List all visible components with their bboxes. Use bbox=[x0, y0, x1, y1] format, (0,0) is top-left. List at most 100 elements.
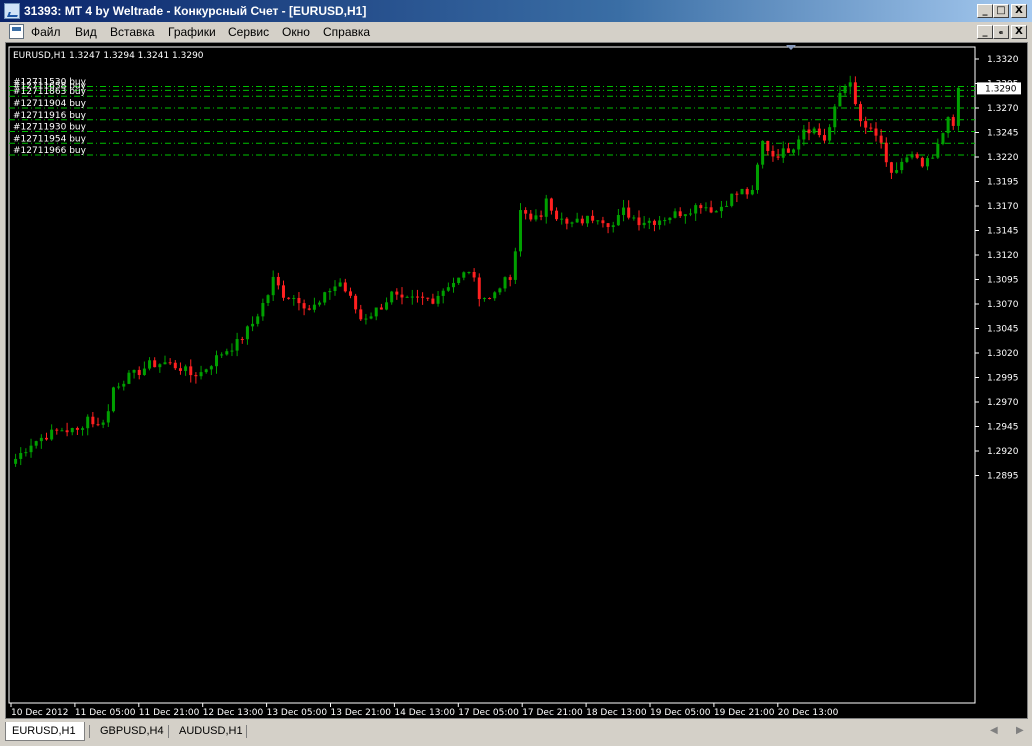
candle-body bbox=[869, 127, 873, 129]
candle-body bbox=[55, 429, 59, 431]
candle-body bbox=[951, 117, 955, 126]
candle-body bbox=[369, 316, 373, 319]
candle-body bbox=[359, 309, 363, 320]
candle-body bbox=[668, 217, 672, 221]
title-bar: 31393: MT 4 by Weltrade - Конкурсный Сче… bbox=[0, 0, 1032, 22]
candle-body bbox=[642, 222, 646, 226]
candle-body bbox=[338, 282, 342, 287]
scroll-left-icon[interactable]: ◀ bbox=[990, 725, 998, 736]
candle-body bbox=[400, 294, 404, 298]
candle-body bbox=[333, 286, 337, 292]
candle-body bbox=[122, 383, 126, 387]
current-price-label: 1.3290 bbox=[985, 84, 1017, 94]
candle-body bbox=[632, 217, 636, 219]
y-tick-label: 1.3220 bbox=[987, 153, 1019, 163]
x-tick-label: 10 Dec 2012 bbox=[11, 708, 69, 718]
x-tick-label: 19 Dec 05:00 bbox=[650, 708, 711, 718]
chart-window[interactable]: EURUSD,H1 1.3247 1.3294 1.3241 1.3290 1.3… bbox=[5, 42, 1028, 719]
candle-body bbox=[926, 158, 930, 167]
candle-body bbox=[683, 214, 687, 217]
candle-body bbox=[251, 323, 255, 327]
candle-body bbox=[225, 351, 229, 355]
candle-body bbox=[513, 251, 517, 280]
candle-body bbox=[477, 277, 481, 300]
candle-body bbox=[287, 297, 291, 299]
order-label: #12711904 buy bbox=[13, 99, 87, 109]
menu-window[interactable]: Окно bbox=[282, 25, 310, 39]
candle-body bbox=[663, 220, 667, 222]
candle-body bbox=[452, 282, 456, 288]
menu-help[interactable]: Справка bbox=[323, 25, 370, 39]
candle-body bbox=[14, 458, 18, 464]
mdi-close-button[interactable]: X bbox=[1011, 25, 1027, 39]
candle-body bbox=[178, 368, 182, 371]
candle-body bbox=[415, 296, 419, 298]
y-tick-label: 1.3020 bbox=[987, 349, 1019, 359]
candle-body bbox=[467, 271, 471, 273]
candle-body bbox=[740, 188, 744, 195]
candle-body bbox=[472, 271, 476, 278]
plot-frame bbox=[8, 46, 976, 704]
tab-gbpusd-h4[interactable]: GBPUSD,H4 bbox=[94, 722, 170, 741]
candle-body bbox=[786, 148, 790, 153]
y-tick-label: 1.3270 bbox=[987, 104, 1019, 114]
candle-body bbox=[956, 87, 960, 126]
candle-body bbox=[86, 416, 90, 429]
scroll-right-icon[interactable]: ▶ bbox=[1016, 725, 1024, 736]
candle-body bbox=[168, 362, 172, 364]
menu-insert[interactable]: Вставка bbox=[110, 25, 155, 39]
candle-body bbox=[936, 143, 940, 158]
x-tick-label: 12 Dec 13:00 bbox=[203, 708, 264, 718]
tab-audusd-h1[interactable]: AUDUSD,H1 bbox=[173, 722, 249, 741]
candle-body bbox=[792, 149, 796, 153]
menu-charts[interactable]: Графики bbox=[168, 25, 216, 39]
price-chart[interactable]: EURUSD,H1 1.3247 1.3294 1.3241 1.3290 1.3… bbox=[6, 43, 1027, 718]
candle-body bbox=[421, 296, 425, 298]
candle-body bbox=[220, 354, 224, 356]
candle-body bbox=[91, 416, 95, 425]
candle-body bbox=[503, 277, 507, 289]
minimize-button[interactable]: _ bbox=[977, 4, 993, 18]
menu-file[interactable]: Файл bbox=[31, 25, 61, 39]
candle-body bbox=[627, 207, 631, 218]
candle-body bbox=[142, 368, 146, 376]
candle-body bbox=[725, 205, 729, 207]
candle-body bbox=[524, 210, 528, 214]
candle-body bbox=[307, 308, 311, 310]
candle-body bbox=[292, 297, 296, 299]
candle-body bbox=[529, 213, 533, 220]
tab-separator bbox=[246, 725, 247, 738]
candle-body bbox=[606, 223, 610, 228]
candle-body bbox=[833, 106, 837, 128]
menu-view[interactable]: Вид bbox=[75, 25, 97, 39]
y-tick-label: 1.3145 bbox=[987, 227, 1019, 237]
candle-body bbox=[544, 198, 548, 217]
mdi-restore-button[interactable]: ₑ bbox=[993, 25, 1009, 39]
candle-body bbox=[209, 366, 213, 370]
candle-body bbox=[189, 366, 193, 376]
tab-eurusd-h1[interactable]: EURUSD,H1 bbox=[5, 722, 85, 741]
candle-body bbox=[328, 291, 332, 293]
candle-body bbox=[879, 135, 883, 143]
candle-body bbox=[822, 135, 826, 141]
menu-tools[interactable]: Сервис bbox=[228, 25, 269, 39]
candle-body bbox=[137, 369, 141, 376]
y-tick-label: 1.3045 bbox=[987, 325, 1019, 335]
x-tick-label: 14 Dec 13:00 bbox=[394, 708, 455, 718]
candle-body bbox=[230, 350, 234, 352]
candle-body bbox=[111, 387, 115, 412]
chart-window-icon[interactable] bbox=[9, 24, 24, 39]
close-button[interactable]: X bbox=[1011, 4, 1027, 18]
candle-body bbox=[215, 355, 219, 367]
candle-body bbox=[462, 272, 466, 278]
candle-body bbox=[374, 307, 378, 317]
candle-body bbox=[714, 211, 718, 213]
candle-body bbox=[652, 220, 656, 225]
candle-body bbox=[580, 218, 584, 224]
candle-body bbox=[312, 304, 316, 310]
order-label: #12711916 buy bbox=[13, 111, 87, 121]
candle-body bbox=[843, 86, 847, 94]
maximize-button[interactable]: □ bbox=[993, 4, 1009, 18]
mdi-minimize-button[interactable]: _ bbox=[977, 25, 993, 39]
candle-body bbox=[39, 437, 43, 442]
